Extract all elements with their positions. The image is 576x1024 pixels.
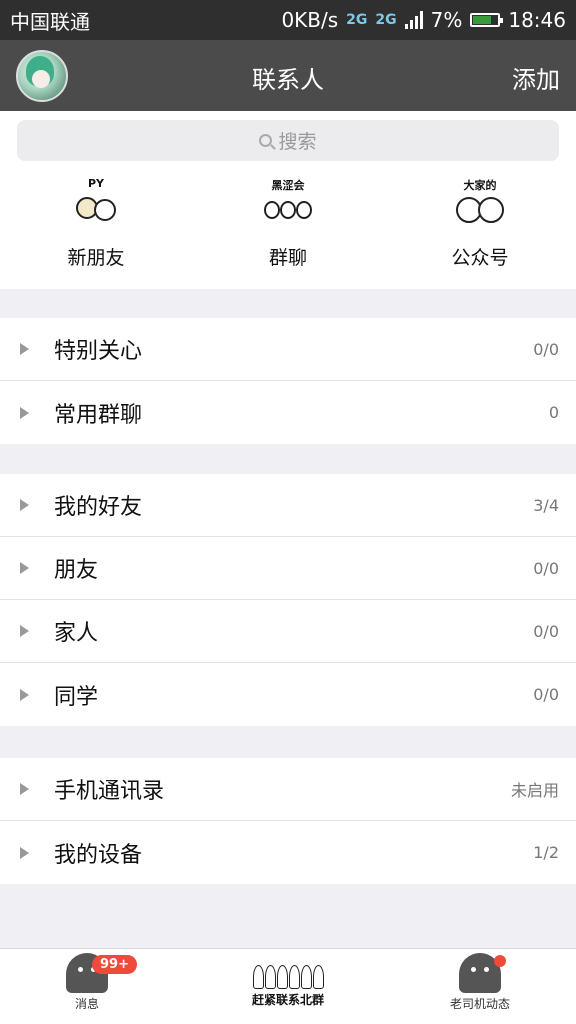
group-count: 0/0 bbox=[533, 685, 559, 704]
list-item-phone-contacts[interactable]: 手机通讯录 未启用 bbox=[0, 758, 576, 821]
new-friend-sticker-text: PY bbox=[87, 177, 105, 190]
official-account-icon: 大家的 bbox=[454, 179, 506, 233]
expand-arrow-icon bbox=[20, 846, 29, 859]
network-type-2: 2G bbox=[375, 12, 397, 28]
add-button[interactable]: 添加 bbox=[512, 60, 560, 95]
expand-arrow-icon bbox=[20, 562, 29, 574]
contact-group-section-1: 特别关心 0/0 常用群聊 0 bbox=[0, 318, 576, 444]
contact-group-section-2: 我的好友 3/4 朋友 0/0 家人 0/0 同学 0/0 bbox=[0, 474, 576, 726]
expand-arrow-icon bbox=[20, 499, 29, 511]
search-input[interactable]: 搜索 bbox=[17, 120, 559, 161]
list-item-my-devices[interactable]: 我的设备 1/2 bbox=[0, 821, 576, 884]
header-bar: 联系人 添加 bbox=[0, 40, 576, 111]
quick-entry-new-friend[interactable]: PY 新朋友 bbox=[26, 177, 166, 270]
quick-entry-label: 公众号 bbox=[451, 247, 509, 269]
list-item-common-groups[interactable]: 常用群聊 0 bbox=[0, 381, 576, 444]
bottom-tab-bar: 消息 99+ 赶紧联系北群 老司机动态 bbox=[0, 948, 576, 1024]
group-label: 我的设备 bbox=[54, 842, 143, 868]
group-chat-icon: 黑涩会 bbox=[262, 179, 314, 233]
expand-arrow-icon bbox=[20, 688, 29, 701]
unread-badge: 99+ bbox=[92, 955, 137, 974]
status-indicators: 0KB/s 2G 2G 7% 18:46 bbox=[281, 8, 566, 32]
battery-percent: 7% bbox=[430, 8, 463, 32]
status-bar: 中国联通 0KB/s 2G 2G 7% 18:46 bbox=[0, 0, 576, 40]
group-label: 我的好友 bbox=[54, 495, 143, 520]
carrier-label: 中国联通 bbox=[10, 9, 90, 34]
group-count: 0/0 bbox=[533, 558, 559, 578]
quick-entry-label: 新朋友 bbox=[67, 247, 125, 269]
contact-group-section-3: 手机通讯录 未启用 我的设备 1/2 bbox=[0, 758, 576, 884]
group-count: 1/2 bbox=[533, 843, 559, 862]
page-title: 联系人 bbox=[252, 66, 324, 94]
tab-label: 赶紧联系北群 bbox=[251, 993, 324, 1007]
expand-arrow-icon bbox=[20, 783, 29, 795]
list-item-family[interactable]: 家人 0/0 bbox=[0, 600, 576, 663]
group-label: 手机通讯录 bbox=[54, 779, 165, 804]
signal-icon bbox=[404, 11, 423, 29]
quick-entry-label: 群聊 bbox=[268, 247, 307, 269]
list-item-classmates[interactable]: 同学 0/0 bbox=[0, 663, 576, 726]
group-label: 家人 bbox=[54, 621, 99, 646]
quick-entry-official-account[interactable]: 大家的 公众号 bbox=[410, 179, 550, 270]
tab-label: 老司机动态 bbox=[449, 997, 510, 1011]
group-label: 特别关心 bbox=[54, 339, 143, 364]
clock: 18:46 bbox=[508, 8, 566, 32]
group-count: 0/0 bbox=[533, 339, 559, 359]
network-type-1: 2G bbox=[346, 12, 368, 28]
group-count: 0/0 bbox=[533, 621, 559, 641]
group-chat-sticker-text: 黑涩会 bbox=[271, 179, 305, 192]
expand-arrow-icon bbox=[20, 625, 29, 637]
network-speed: 0KB/s bbox=[281, 8, 339, 32]
group-count: 未启用 bbox=[510, 781, 559, 800]
search-icon bbox=[259, 134, 273, 147]
quick-entry-group-chat[interactable]: 黑涩会 群聊 bbox=[218, 179, 358, 270]
contacts-icon bbox=[252, 953, 324, 989]
new-friend-icon: PY bbox=[70, 177, 122, 233]
tab-contacts[interactable]: 赶紧联系北群 bbox=[228, 953, 348, 1008]
group-count: 0 bbox=[548, 403, 559, 422]
search-placeholder: 搜索 bbox=[278, 131, 317, 153]
list-item-special-care[interactable]: 特别关心 0/0 bbox=[0, 318, 576, 381]
expand-arrow-icon bbox=[20, 406, 29, 419]
list-item-friends[interactable]: 朋友 0/0 bbox=[0, 537, 576, 600]
expand-arrow-icon bbox=[20, 343, 29, 355]
top-panel: 搜索 PY 新朋友 黑涩会 群聊 大家的 公众号 bbox=[0, 111, 576, 289]
official-account-sticker-text: 大家的 bbox=[463, 179, 497, 192]
group-label: 同学 bbox=[54, 684, 99, 710]
group-count: 3/4 bbox=[533, 495, 559, 515]
new-activity-dot bbox=[494, 955, 506, 967]
list-item-my-friends[interactable]: 我的好友 3/4 bbox=[0, 474, 576, 537]
group-label: 常用群聊 bbox=[54, 402, 143, 428]
battery-icon bbox=[470, 13, 504, 27]
tab-label: 消息 bbox=[74, 997, 99, 1011]
group-label: 朋友 bbox=[54, 558, 99, 583]
tab-feed[interactable]: 老司机动态 bbox=[420, 953, 540, 1012]
